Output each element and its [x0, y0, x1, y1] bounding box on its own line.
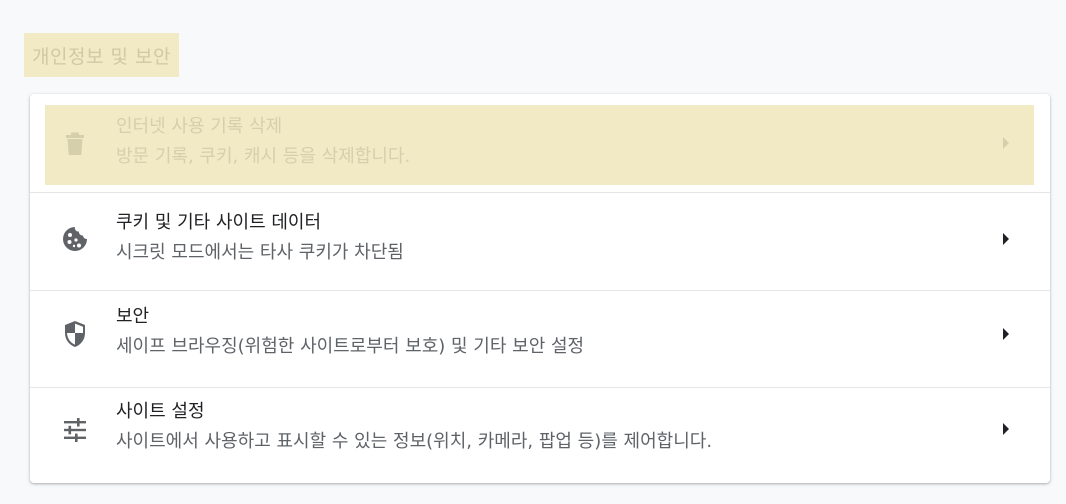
row-subtitle: 시크릿 모드에서는 타사 쿠키가 차단됨 — [116, 242, 404, 263]
arrow-right-icon — [1000, 233, 1012, 245]
site-settings-row[interactable]: 사이트 설정 사이트에서 사용하고 표시할 수 있는 정보(위치, 카메라, 팝… — [30, 387, 1050, 483]
settings-card: 인터넷 사용 기록 삭제 방문 기록, 쿠키, 캐시 등을 삭제합니다. 쿠키 … — [30, 94, 1050, 483]
cookie-icon — [60, 224, 90, 254]
trash-icon — [60, 129, 90, 159]
arrow-right-icon — [1000, 423, 1012, 435]
shield-icon — [60, 319, 90, 349]
section-title: 개인정보 및 보안 — [24, 33, 179, 77]
row-title: 보안 — [116, 306, 150, 327]
clear-browsing-data-row[interactable]: 인터넷 사용 기록 삭제 방문 기록, 쿠키, 캐시 등을 삭제합니다. — [30, 94, 1050, 191]
row-texts: 쿠키 및 기타 사이트 데이터 시크릿 모드에서는 타사 쿠키가 차단됨 — [116, 211, 404, 265]
row-subtitle: 방문 기록, 쿠키, 캐시 등을 삭제합니다. — [116, 146, 411, 167]
privacy-security-page: 개인정보 및 보안 인터넷 사용 기록 삭제 방문 기록, 쿠키, 캐시 등을 … — [0, 0, 1066, 504]
row-subtitle: 사이트에서 사용하고 표시할 수 있는 정보(위치, 카메라, 팝업 등)를 제… — [116, 431, 713, 452]
arrow-right-icon — [1000, 328, 1012, 340]
tune-icon — [60, 415, 90, 445]
row-title: 인터넷 사용 기록 삭제 — [116, 116, 283, 137]
arrow-right-icon — [1000, 137, 1012, 149]
row-texts: 보안 세이프 브라우징(위험한 사이트로부터 보호) 및 기타 보안 설정 — [116, 305, 584, 359]
row-texts: 인터넷 사용 기록 삭제 방문 기록, 쿠키, 캐시 등을 삭제합니다. — [116, 115, 410, 169]
cookies-row[interactable]: 쿠키 및 기타 사이트 데이터 시크릿 모드에서는 타사 쿠키가 차단됨 — [30, 192, 1050, 289]
row-title: 사이트 설정 — [116, 401, 205, 422]
row-texts: 사이트 설정 사이트에서 사용하고 표시할 수 있는 정보(위치, 카메라, 팝… — [116, 400, 712, 454]
row-title: 쿠키 및 기타 사이트 데이터 — [116, 212, 322, 233]
security-row[interactable]: 보안 세이프 브라우징(위험한 사이트로부터 보호) 및 기타 보안 설정 — [30, 290, 1050, 387]
row-subtitle: 세이프 브라우징(위험한 사이트로부터 보호) 및 기타 보안 설정 — [116, 336, 585, 357]
